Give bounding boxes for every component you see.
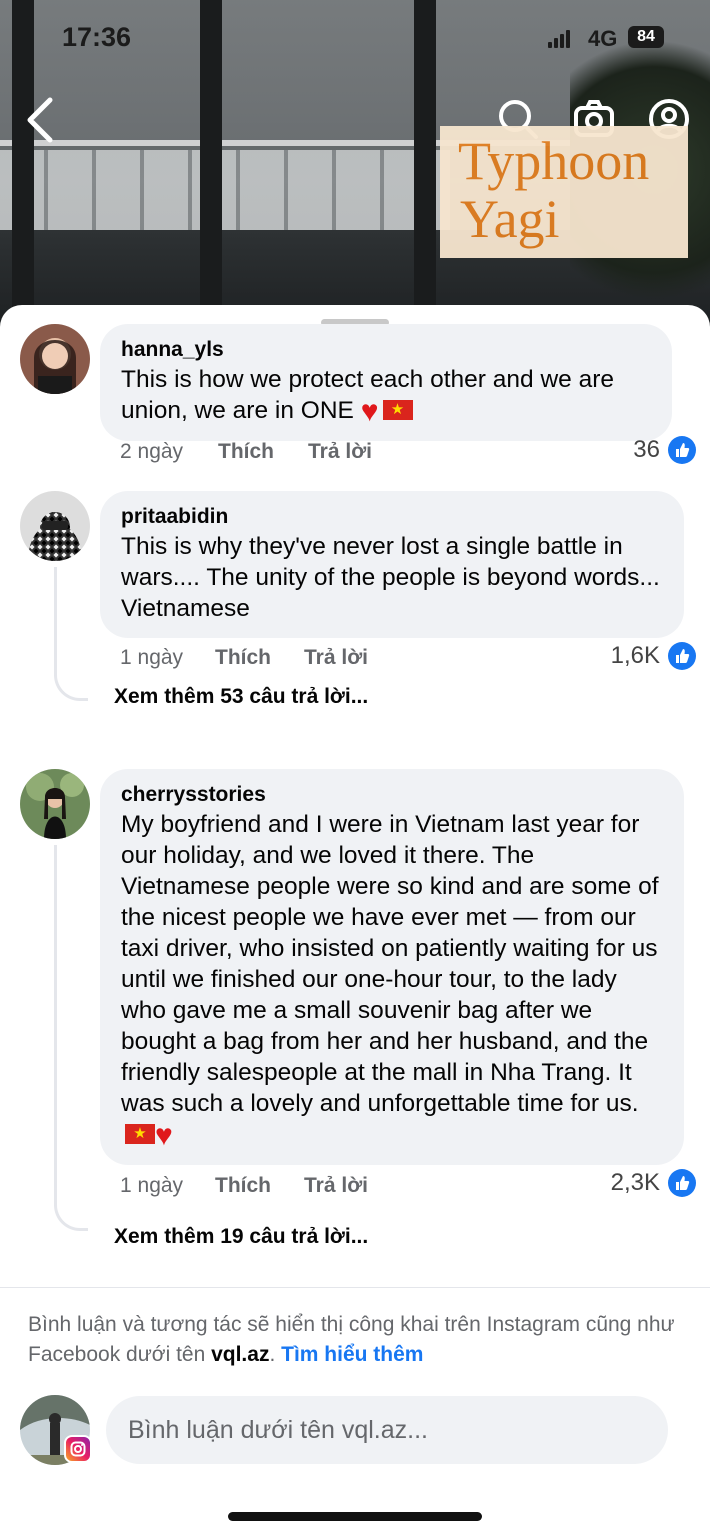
thumbs-up-icon: [668, 642, 696, 670]
public-comment-notice: Bình luận và tương tác sẽ hiển thị công …: [28, 1310, 688, 1370]
status-bar: 17:36 4G 84: [0, 0, 710, 80]
comment-text: My boyfriend and I were in Vietnam last …: [121, 809, 664, 1151]
avatar[interactable]: [20, 324, 90, 394]
vietnam-flag-icon: [125, 1124, 155, 1144]
notice-punct: .: [269, 1343, 282, 1366]
like-button[interactable]: Thích: [215, 646, 271, 670]
footer-divider: [0, 1287, 710, 1288]
video-title-card: Typhoon Yagi: [440, 126, 688, 258]
thumbs-up-icon: [668, 436, 696, 464]
comment-time: 1 ngày: [120, 646, 184, 669]
instagram-icon: [64, 1435, 92, 1463]
comment-input[interactable]: Bình luận dưới tên vql.az...: [106, 1396, 668, 1464]
like-count[interactable]: 36: [633, 436, 696, 464]
comments-sheet[interactable]: hanna_yls This is how we protect each ot…: [0, 305, 710, 1537]
video-title-line2: Yagi: [460, 189, 560, 249]
video-title-line1: Typhoon: [458, 131, 650, 191]
view-more-replies-button[interactable]: Xem thêm 53 câu trả lời...: [114, 685, 368, 709]
comment-text: This is how we protect each other and we…: [121, 364, 652, 427]
comment-bubble: pritaabidin This is why they've never lo…: [100, 491, 684, 638]
vietnam-flag-icon: [382, 400, 413, 420]
reply-button[interactable]: Trả lời: [304, 1174, 368, 1198]
reply-button[interactable]: Trả lời: [308, 440, 372, 464]
comment-author[interactable]: cherrysstories: [121, 783, 664, 807]
like-count[interactable]: 1,6K: [611, 642, 696, 670]
back-chevron-icon[interactable]: [22, 96, 62, 144]
comment-time: 2 ngày: [120, 440, 184, 463]
comment-text: This is why they've never lost a single …: [121, 533, 660, 622]
notice-username: vql.az: [211, 1343, 270, 1366]
learn-more-link[interactable]: Tìm hiểu thêm: [281, 1343, 423, 1366]
red-heart-icon: ♥: [155, 1119, 173, 1152]
home-indicator: [228, 1512, 482, 1521]
like-count[interactable]: 2,3K: [611, 1169, 696, 1197]
network-type: 4G: [588, 26, 618, 51]
thread-line: [54, 845, 88, 1231]
comment-bubble: cherrysstories My boyfriend and I were i…: [100, 769, 684, 1165]
like-count-value: 1,6K: [610, 642, 660, 669]
like-count-value: 36: [633, 436, 660, 463]
status-time: 17:36: [62, 22, 132, 52]
thumbs-up-icon: [668, 1169, 696, 1197]
reply-button[interactable]: Trả lời: [304, 646, 368, 670]
comment-bubble: hanna_yls This is how we protect each ot…: [100, 324, 672, 441]
comment-author[interactable]: pritaabidin: [121, 505, 664, 529]
signal-icon: [548, 30, 572, 48]
video-background: 17:36 4G 84 Typhoon Yagi: [0, 0, 710, 330]
video-building: [0, 150, 450, 230]
avatar[interactable]: [20, 491, 90, 561]
battery-icon: 84: [628, 26, 664, 48]
like-button[interactable]: Thích: [215, 1174, 271, 1198]
red-heart-icon: ♥: [360, 395, 379, 428]
thread-line: [54, 567, 88, 701]
comment-author[interactable]: hanna_yls: [121, 338, 652, 362]
view-more-replies-button[interactable]: Xem thêm 19 câu trả lời...: [114, 1225, 368, 1249]
like-count-value: 2,3K: [610, 1169, 660, 1196]
comment-time: 1 ngày: [120, 1174, 184, 1197]
like-button[interactable]: Thích: [218, 440, 274, 464]
avatar[interactable]: [20, 769, 90, 839]
